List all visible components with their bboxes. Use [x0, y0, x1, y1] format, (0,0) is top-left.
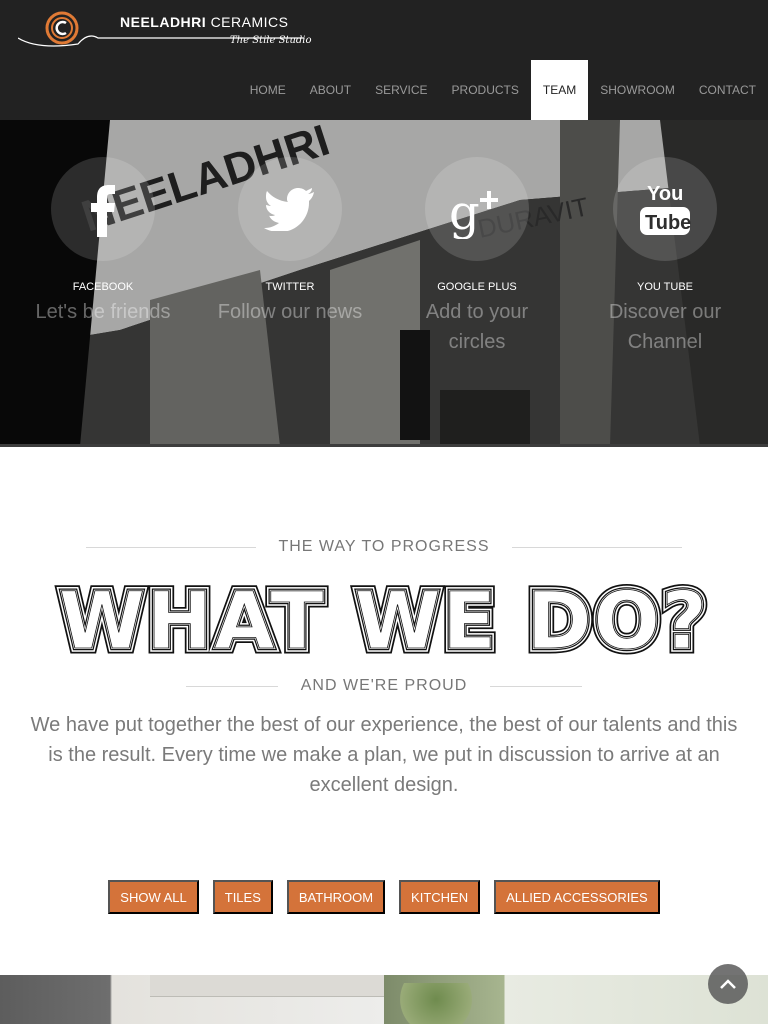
twitter-icon	[264, 188, 314, 231]
youtube-button[interactable]: You Tube	[613, 157, 717, 261]
facebook-icon	[91, 185, 115, 237]
social-label-google-plus: GOOGLE PLUS	[437, 281, 517, 293]
chevron-up-icon	[720, 979, 736, 989]
section-kicker-top: THE WAY TO PROGRESS	[278, 538, 490, 555]
nav-item-contact[interactable]: CONTACT	[687, 60, 768, 120]
social-sub-google-plus: Add to your circles	[425, 301, 529, 353]
what-we-do-section: THE WAY TO PROGRESS WHAT WE DO? AND WE'R…	[0, 447, 768, 975]
social-label-facebook: FACEBOOK	[72, 281, 134, 293]
social-label-youtube: YOU TUBE	[636, 281, 694, 293]
social-twitter: TWITTER Follow our news	[195, 157, 385, 327]
twitter-button[interactable]	[238, 157, 342, 261]
nav-item-service[interactable]: SERVICE	[363, 60, 439, 120]
scroll-to-top-button[interactable]	[708, 964, 748, 1004]
brand-name: NEELADHRI CERAMICS	[120, 14, 288, 30]
section-body-text: We have put together the best of our exp…	[30, 714, 738, 796]
filter-allied-accessories-button[interactable]: ALLIED ACCESSORIES	[494, 880, 660, 914]
svg-text:Tube: Tube	[645, 212, 691, 234]
social-sub-facebook: Let's be friends	[35, 301, 171, 323]
brand-name-light: CERAMICS	[210, 14, 289, 30]
social-sub-youtube: Discover our Channel	[608, 301, 722, 353]
section-headline: WHAT WE DO?	[54, 582, 714, 662]
section-kicker-bottom: AND WE'RE PROUD	[300, 677, 468, 694]
filter-show-all-button[interactable]: SHOW ALL	[108, 880, 199, 914]
svg-text:You: You	[647, 183, 683, 205]
filter-tiles-button[interactable]: TILES	[212, 880, 273, 914]
social-sub-twitter: Follow our news	[217, 301, 363, 323]
main-nav: HOME ABOUT SERVICE PRODUCTS TEAM SHOWROO…	[238, 60, 768, 120]
brand-tagline: The Stile Studio	[230, 35, 312, 46]
nav-item-about[interactable]: ABOUT	[298, 60, 363, 120]
facebook-button[interactable]	[51, 157, 155, 261]
google-plus-icon: g	[449, 185, 498, 239]
nav-item-team[interactable]: TEAM	[530, 60, 589, 120]
gallery-kitchen-cabinet	[150, 975, 384, 997]
brand-name-bold: NEELADHRI	[120, 14, 207, 30]
nav-item-showroom[interactable]: SHOWROOM	[588, 60, 687, 120]
social-youtube: You Tube YOU TUBE Discover our Channel	[570, 157, 760, 357]
google-plus-button[interactable]: g	[425, 157, 529, 261]
nav-item-home[interactable]: HOME	[238, 60, 298, 120]
svg-text:g: g	[449, 185, 480, 239]
gallery-foliage	[400, 983, 490, 1024]
portfolio-filter-bar: SHOW ALL TILES BATHROOM KITCHEN ALLIED A…	[0, 880, 768, 914]
gallery-item-kitchen[interactable]	[0, 975, 384, 1024]
site-header: NEELADHRI CERAMICS The Stile Studio HOME…	[0, 0, 768, 120]
youtube-icon: You Tube	[640, 183, 691, 235]
nav-item-products[interactable]: PRODUCTS	[440, 60, 531, 120]
social-label-twitter: TWITTER	[265, 281, 315, 293]
logo[interactable]: NEELADHRI CERAMICS The Stile Studio	[18, 8, 312, 52]
social-google-plus: g GOOGLE PLUS Add to your circles	[382, 157, 572, 357]
filter-kitchen-button[interactable]: KITCHEN	[399, 880, 481, 914]
social-facebook: FACEBOOK Let's be friends	[8, 157, 198, 327]
portfolio-gallery	[0, 975, 768, 1024]
filter-bathroom-button[interactable]: BATHROOM	[286, 880, 386, 914]
